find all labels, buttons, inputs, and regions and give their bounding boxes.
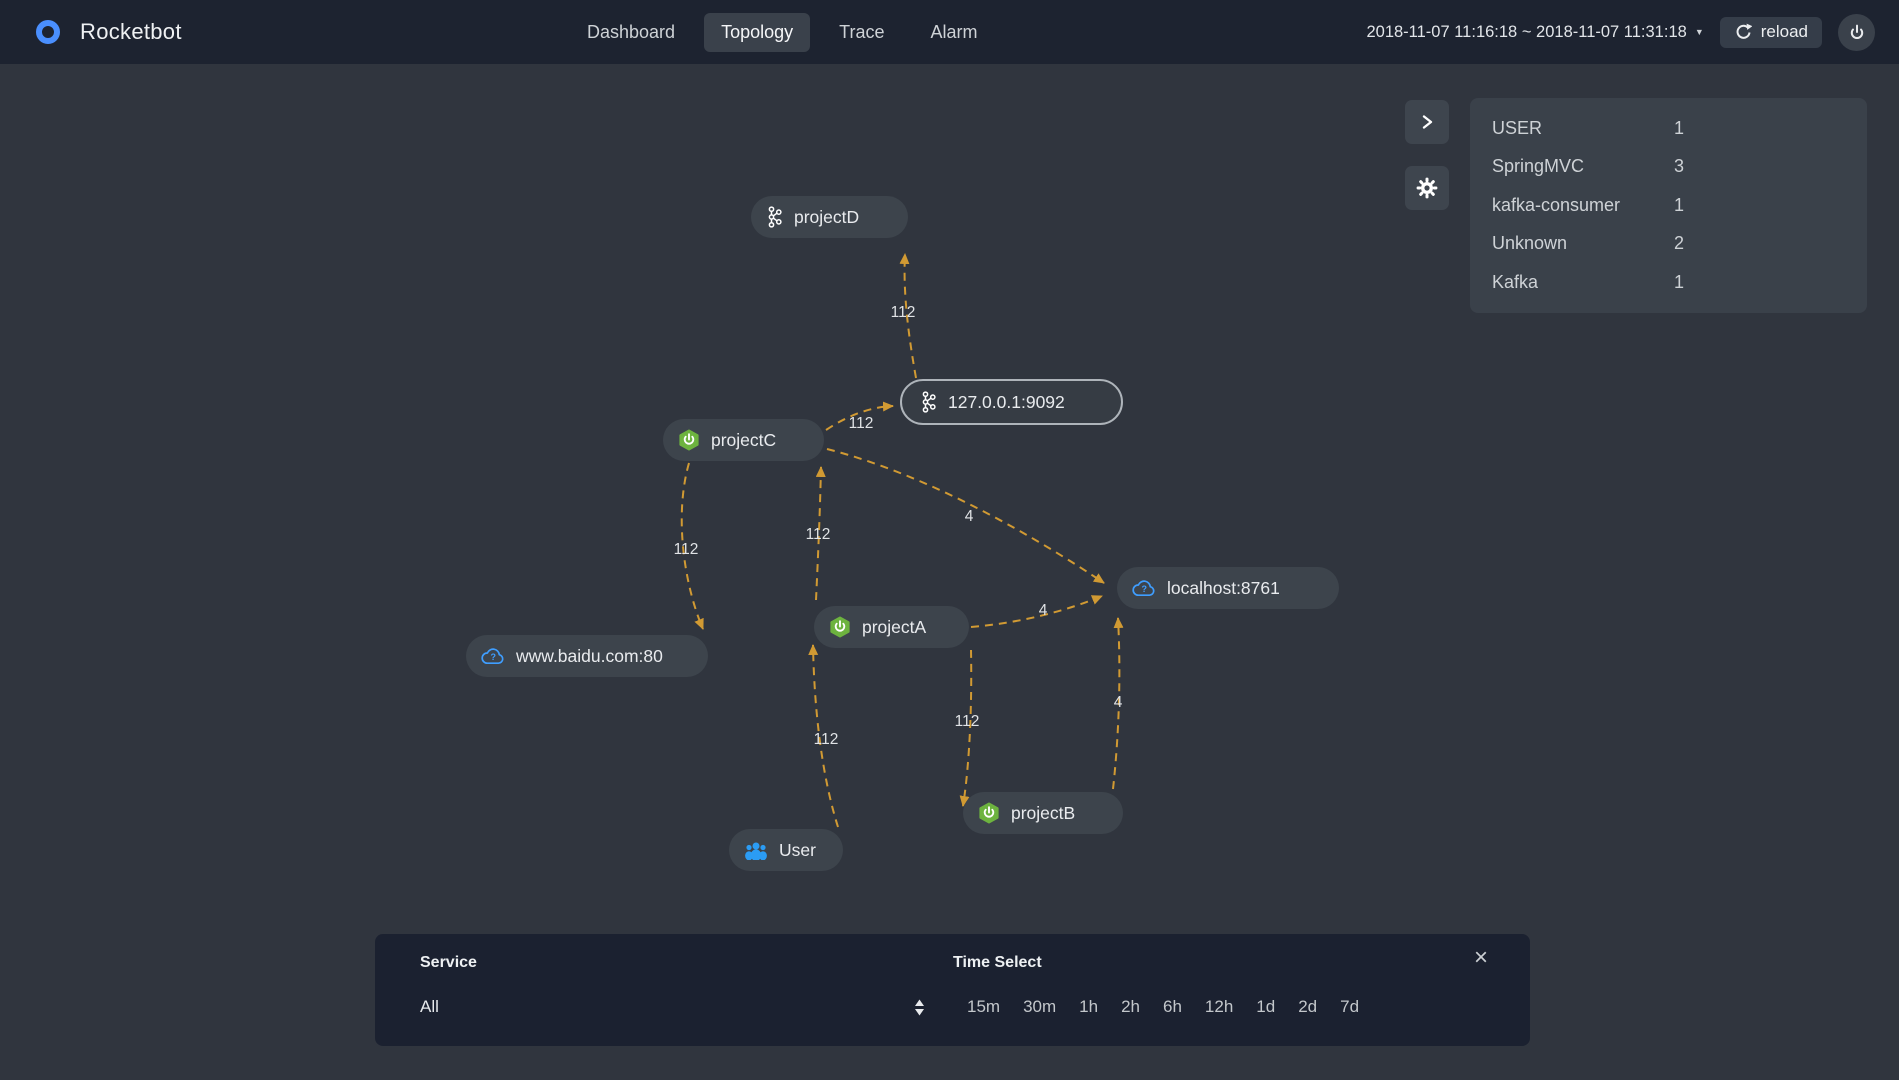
edge-label: 4 [1038, 602, 1048, 619]
time-option-12h[interactable]: 12h [1205, 997, 1233, 1017]
kafka-icon [920, 391, 937, 413]
edge-label: 112 [954, 713, 980, 730]
node-label: www.baidu.com:80 [516, 645, 663, 666]
settings-button[interactable] [1405, 166, 1449, 210]
gear-icon [1416, 177, 1438, 199]
node-label: projectD [794, 206, 860, 227]
svg-text:?: ? [1141, 584, 1147, 594]
time-option-15m[interactable]: 15m [967, 997, 1000, 1017]
rocketbot-logo-icon [36, 20, 60, 44]
power-icon [1850, 24, 1863, 39]
topology-options-panel: Service All Time Select 15m 30m 1h 2h 6h… [375, 934, 1530, 1046]
reload-button[interactable]: reload [1719, 16, 1822, 48]
time-option-1d[interactable]: 1d [1256, 997, 1275, 1017]
springboot-icon [978, 802, 1000, 824]
time-select-options: 15m 30m 1h 2h 6h 12h 1d 2d 7d [967, 996, 1359, 1018]
legend-type-count: 1 [1674, 271, 1685, 292]
time-select-heading: Time Select [953, 954, 1042, 971]
edge-projectA-to-eureka[interactable] [970, 595, 1103, 628]
time-option-1h[interactable]: 1h [1079, 997, 1098, 1017]
cloud-icon: ? [481, 647, 505, 665]
legend-type-label: Kafka [1492, 271, 1539, 292]
legend-type-label: Unknown [1492, 233, 1568, 254]
node-label: localhost:8761 [1167, 577, 1280, 598]
node-kafka-broker[interactable]: 127.0.0.1:9092 [900, 379, 1123, 425]
select-arrows-icon [915, 999, 924, 1015]
legend-type-label: USER [1492, 117, 1543, 138]
time-option-7d[interactable]: 7d [1340, 997, 1359, 1017]
edge-label: 4 [964, 508, 974, 525]
cloud-icon: ? [1132, 579, 1156, 597]
refresh-icon [1736, 23, 1752, 39]
legend-row: USER 1 [1470, 109, 1867, 148]
power-button[interactable] [1838, 13, 1875, 51]
node-baidu[interactable]: ? www.baidu.com:80 [466, 635, 708, 677]
nav-topology[interactable]: Topology [704, 12, 811, 52]
node-user[interactable]: User [729, 829, 843, 871]
legend-type-label: SpringMVC [1492, 156, 1585, 177]
edge-label: 112 [805, 526, 831, 543]
nav-trace[interactable]: Trace [822, 13, 901, 52]
node-label: projectA [862, 616, 927, 637]
service-select-value: All [420, 997, 439, 1016]
legend-type-count: 1 [1674, 194, 1685, 215]
time-option-30m[interactable]: 30m [1023, 997, 1056, 1017]
time-range-value: 2018-11-07 11:16:18 ~ 2018-11-07 11:31:1… [1366, 22, 1687, 41]
springboot-icon [678, 429, 700, 451]
edge-label: 112 [673, 541, 699, 558]
svg-text:?: ? [490, 652, 496, 662]
service-type-legend: USER 1 SpringMVC 3 kafka-consumer 1 Unkn… [1470, 98, 1867, 313]
node-label: 127.0.0.1:9092 [948, 391, 1065, 412]
time-range-dropdown[interactable]: 2018-11-07 11:16:18 ~ 2018-11-07 11:31:1… [1366, 23, 1703, 42]
expand-panel-button[interactable] [1405, 100, 1449, 144]
legend-row: Kafka 1 [1470, 263, 1867, 302]
node-projectC[interactable]: projectC [663, 419, 824, 461]
reload-label: reload [1760, 22, 1808, 41]
nav-alarm[interactable]: Alarm [913, 13, 994, 52]
edge-label: 112 [813, 731, 839, 748]
chevron-right-icon [1422, 115, 1433, 129]
legend-row: SpringMVC 3 [1470, 148, 1867, 187]
legend-row: kafka-consumer 1 [1470, 186, 1867, 225]
legend-type-count: 2 [1674, 233, 1685, 254]
users-icon [744, 840, 768, 860]
header-right: 2018-11-07 11:16:18 ~ 2018-11-07 11:31:1… [1366, 0, 1875, 64]
legend-type-count: 1 [1674, 117, 1685, 138]
node-projectD[interactable]: projectD [751, 196, 908, 238]
edge-label: 112 [848, 415, 874, 432]
service-select[interactable]: All [420, 996, 925, 1018]
main-nav: Dashboard Topology Trace Alarm [570, 0, 994, 64]
edge-label: 112 [890, 304, 916, 321]
chevron-down-icon: ▼ [1694, 27, 1704, 37]
time-option-2h[interactable]: 2h [1121, 997, 1140, 1017]
node-projectA[interactable]: projectA [814, 606, 969, 648]
legend-type-count: 3 [1674, 156, 1685, 177]
node-label: User [779, 839, 816, 860]
brand-title: Rocketbot [80, 19, 182, 44]
node-label: projectC [711, 429, 777, 450]
legend-type-label: kafka-consumer [1492, 194, 1621, 215]
top-bar: Rocketbot Dashboard Topology Trace Alarm… [0, 0, 1899, 64]
legend-row: Unknown 2 [1470, 225, 1867, 264]
time-option-2d[interactable]: 2d [1298, 997, 1317, 1017]
kafka-icon [766, 206, 783, 228]
node-eureka[interactable]: ? localhost:8761 [1117, 567, 1339, 609]
close-icon[interactable]: × [1474, 946, 1488, 970]
service-heading: Service [420, 954, 477, 971]
springboot-icon [829, 616, 851, 638]
node-projectB[interactable]: projectB [963, 792, 1123, 834]
node-label: projectB [1011, 802, 1076, 823]
time-option-6h[interactable]: 6h [1163, 997, 1182, 1017]
edge-label: 4 [1113, 694, 1123, 711]
nav-dashboard[interactable]: Dashboard [570, 13, 692, 52]
